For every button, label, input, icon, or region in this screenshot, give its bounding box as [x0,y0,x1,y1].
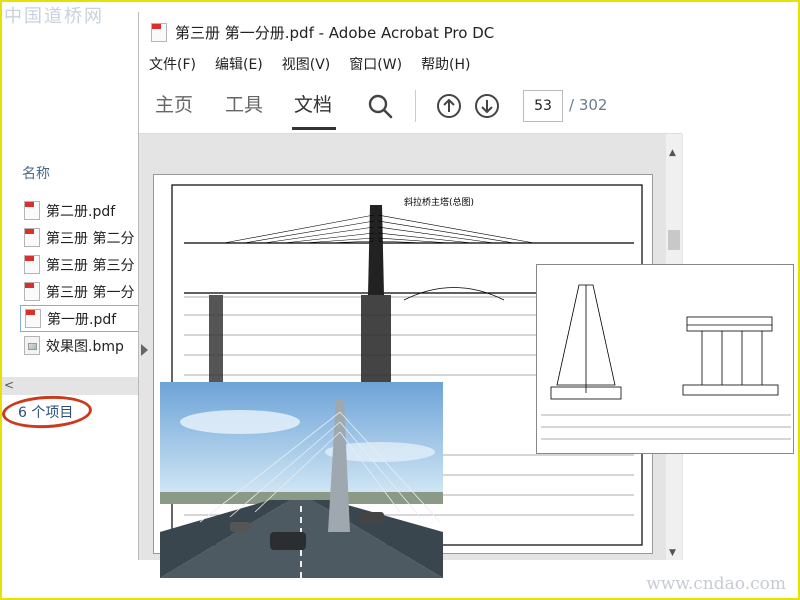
drawing-title: 斜拉桥主塔(总图) [404,198,475,208]
scroll-left-icon[interactable]: < [4,378,14,392]
search-icon[interactable] [367,93,393,119]
menu-view[interactable]: 视图(V) [282,54,331,74]
scroll-down-icon[interactable]: ▼ [669,548,676,558]
file-item-0[interactable]: 第二册.pdf [20,197,140,224]
page-total: / 302 [569,96,608,114]
next-page-icon[interactable] [474,93,500,119]
file-name: 第三册 第二分 [46,230,135,247]
file-name: 第二册.pdf [46,203,116,220]
toolbar-separator [415,90,416,122]
pdf-file-icon [24,201,40,220]
tab-home[interactable]: 主页 [155,90,193,117]
file-name: 第一册.pdf [47,311,117,328]
active-tab-indicator [292,127,336,130]
page-number-input[interactable]: 53 [523,90,563,122]
site-logo-watermark: 中国道桥网 [4,6,104,27]
file-list: 第二册.pdf 第三册 第二分 第三册 第三分 第三册 第一分 第一册.pdf … [20,197,140,359]
file-name: 第三册 第三分 [46,257,135,274]
title-bar: 第三册 第一分册.pdf - Adobe Acrobat Pro DC [139,12,682,52]
bridge-render-scene [160,382,443,578]
pier-section-drawing [536,264,794,454]
menu-help[interactable]: 帮助(H) [421,54,470,74]
pdf-file-icon [24,255,40,274]
file-item-4-selected[interactable]: 第一册.pdf [20,305,140,332]
file-explorer-pane: 名称 第二册.pdf 第三册 第二分 第三册 第三分 第三册 第一分 第一册.p… [0,0,140,600]
menu-file[interactable]: 文件(F) [149,54,196,74]
column-header-name[interactable]: 名称 [22,163,50,183]
file-item-1[interactable]: 第三册 第二分 [20,224,140,251]
toolbar: 主页 工具 文档 53 / 302 [139,76,682,134]
bmp-file-icon [24,336,40,355]
previous-page-icon[interactable] [436,93,462,119]
pdf-file-icon [24,228,40,247]
scroll-up-icon[interactable]: ▲ [669,148,676,158]
menu-bar: 文件(F) 编辑(E) 视图(V) 窗口(W) 帮助(H) [139,52,682,76]
file-item-3[interactable]: 第三册 第一分 [20,278,140,305]
horizontal-scrollbar[interactable]: < [0,377,138,395]
file-name: 第三册 第一分 [46,284,135,301]
highlight-ellipse [1,393,93,431]
bridge-rendering-image [160,382,443,578]
menu-window[interactable]: 窗口(W) [349,54,402,74]
file-item-5[interactable]: 效果图.bmp [20,332,140,359]
tab-document[interactable]: 文档 [294,90,332,117]
pdf-app-icon [151,22,167,42]
file-name: 效果图.bmp [46,338,124,355]
site-url-watermark: www.cndao.com [646,574,786,594]
pier-section-diagram [541,284,791,440]
pdf-file-icon [25,309,41,328]
menu-edit[interactable]: 编辑(E) [215,54,263,74]
file-item-2[interactable]: 第三册 第三分 [20,251,140,278]
pdf-file-icon [24,282,40,301]
window-title: 第三册 第一分册.pdf - Adobe Acrobat Pro DC [175,23,495,42]
scroll-thumb[interactable] [668,230,680,250]
expand-panel-icon[interactable] [141,344,148,356]
tab-tools[interactable]: 工具 [225,90,263,117]
